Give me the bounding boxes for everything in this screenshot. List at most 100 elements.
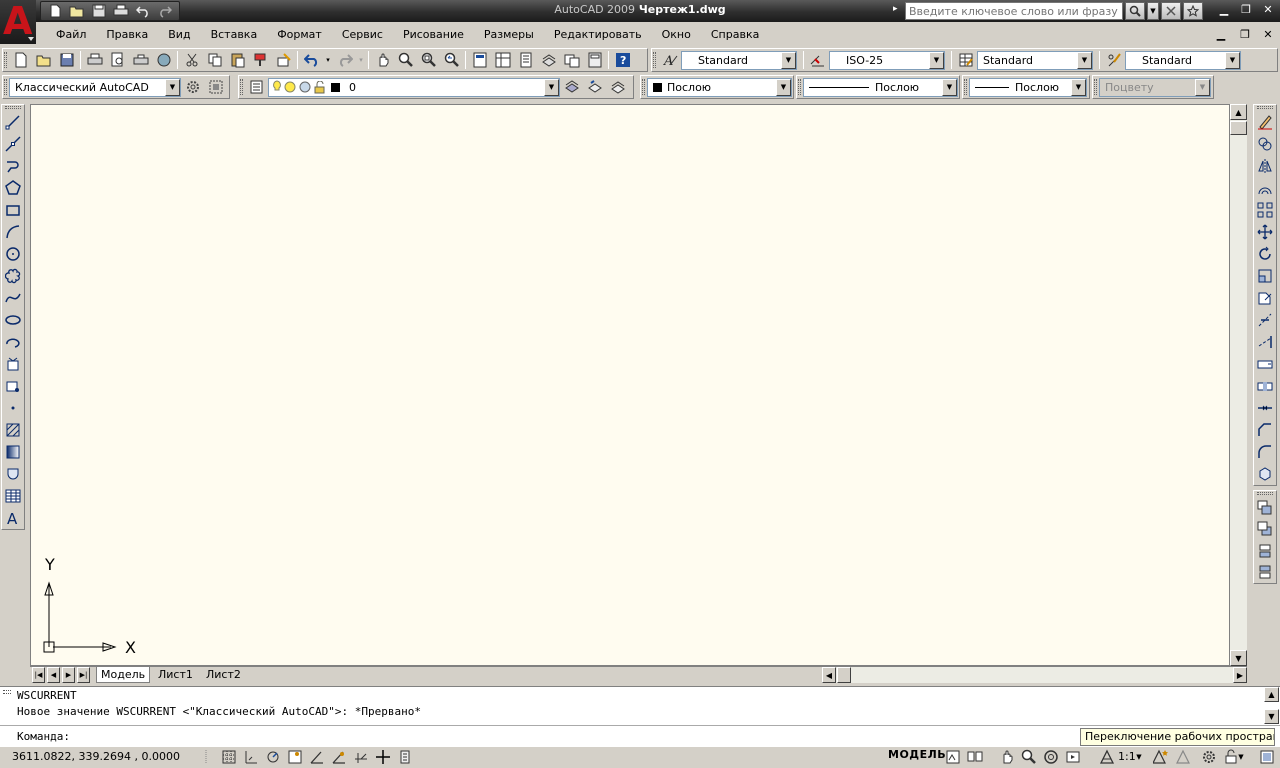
erase-icon[interactable] xyxy=(1254,111,1276,133)
polyline-icon[interactable] xyxy=(2,155,24,177)
menu-format[interactable]: Формат xyxy=(267,28,332,41)
zoom-window-icon[interactable] xyxy=(417,49,440,71)
text-style-select[interactable]: Standard ▼ xyxy=(681,50,797,70)
polar-tracking-icon[interactable] xyxy=(284,747,305,766)
linetype-select[interactable]: Послою ▼ xyxy=(803,77,958,97)
save-icon[interactable] xyxy=(89,2,109,20)
sheet-set-manager-icon[interactable] xyxy=(537,49,560,71)
object-snap-icon[interactable] xyxy=(306,747,327,766)
search-expand-icon[interactable]: ▸ xyxy=(893,4,898,14)
drawing-area[interactable]: Y X xyxy=(30,104,1230,666)
properties-icon[interactable] xyxy=(468,49,491,71)
tool-palettes-icon[interactable] xyxy=(514,49,537,71)
model-space-label[interactable]: МОДЕЛЬ xyxy=(888,748,946,761)
workspace-switching-icon[interactable] xyxy=(1198,747,1219,766)
annotation-scale-icon[interactable] xyxy=(1096,747,1118,766)
ellipse-icon[interactable] xyxy=(2,309,24,331)
menu-help[interactable]: Справка xyxy=(701,28,769,41)
copy-icon[interactable] xyxy=(203,49,226,71)
quick-view-drawings-icon[interactable] xyxy=(964,747,985,766)
zoom-previous-icon[interactable] xyxy=(440,49,463,71)
tab-layout1[interactable]: Лист1 xyxy=(154,667,197,683)
application-menu-button[interactable]: A xyxy=(0,0,36,44)
insert-block-icon[interactable] xyxy=(2,353,24,375)
color-select[interactable]: Послою ▼ xyxy=(647,77,792,97)
clean-screen-icon[interactable] xyxy=(1256,747,1277,766)
quick-view-layouts-icon[interactable] xyxy=(942,747,963,766)
zoom-status-icon[interactable] xyxy=(1018,747,1039,766)
offset-icon[interactable] xyxy=(1254,177,1276,199)
pan-realtime-icon[interactable] xyxy=(996,747,1017,766)
rotate-icon[interactable] xyxy=(1254,243,1276,265)
construction-line-icon[interactable] xyxy=(2,133,24,155)
menu-tools[interactable]: Сервис xyxy=(332,28,393,41)
table-style-icon[interactable] xyxy=(954,49,977,71)
design-center-icon[interactable] xyxy=(491,49,514,71)
command-window-grip[interactable] xyxy=(3,690,11,694)
match-properties-icon[interactable] xyxy=(249,49,272,71)
command-scroll-down-icon[interactable]: ▼ xyxy=(1264,709,1279,724)
horizontal-scroll-thumb[interactable] xyxy=(837,667,851,683)
circle-icon[interactable] xyxy=(2,243,24,265)
plot-preview-icon[interactable] xyxy=(106,49,129,71)
dynamic-input-icon[interactable] xyxy=(372,747,393,766)
save-icon[interactable] xyxy=(55,49,78,71)
dynamic-ucs-icon[interactable] xyxy=(350,747,371,766)
horizontal-scrollbar[interactable]: ◀ ▶ xyxy=(822,667,1247,683)
redo-icon[interactable] xyxy=(155,2,175,20)
dim-style-select[interactable]: ISO-25 ▼ xyxy=(829,50,945,70)
layer-properties-icon[interactable] xyxy=(245,76,268,98)
send-under-icon[interactable] xyxy=(1254,562,1276,584)
annotation-visibility-icon[interactable] xyxy=(1150,747,1171,766)
my-workspace-icon[interactable] xyxy=(204,76,227,98)
vertical-scroll-thumb[interactable] xyxy=(1230,121,1247,135)
menu-dimension[interactable]: Размеры xyxy=(474,28,544,41)
hatch-icon[interactable] xyxy=(2,419,24,441)
status-tray-menu-icon[interactable]: ▼ xyxy=(1236,747,1246,766)
print-icon[interactable] xyxy=(111,2,131,20)
close-window-icon[interactable]: ✕ xyxy=(1259,3,1277,19)
bring-above-icon[interactable] xyxy=(1254,540,1276,562)
spline-icon[interactable] xyxy=(2,287,24,309)
vertical-scrollbar[interactable]: ▲ ▼ xyxy=(1230,104,1247,666)
move-icon[interactable] xyxy=(1254,221,1276,243)
make-block-icon[interactable] xyxy=(2,375,24,397)
ellipse-arc-icon[interactable] xyxy=(2,331,24,353)
restore-window-icon[interactable]: ❐ xyxy=(1237,3,1255,19)
text-style-icon[interactable]: A xyxy=(658,49,681,71)
doc-restore-icon[interactable]: ❐ xyxy=(1236,28,1254,42)
undo-dropdown-icon[interactable]: ▾ xyxy=(323,49,333,71)
scroll-up-icon[interactable]: ▲ xyxy=(1230,104,1247,120)
previous-tab-icon[interactable]: ◀ xyxy=(47,667,60,683)
plot-icon[interactable] xyxy=(83,49,106,71)
quickcalc-icon[interactable] xyxy=(583,49,606,71)
region-icon[interactable] xyxy=(2,463,24,485)
command-scroll-up-icon[interactable]: ▲ xyxy=(1264,687,1279,702)
stretch-icon[interactable] xyxy=(1254,287,1276,309)
redo-dropdown-icon[interactable]: ▾ xyxy=(356,49,366,71)
redo-icon[interactable] xyxy=(333,49,356,71)
menu-window[interactable]: Окно xyxy=(652,28,701,41)
menu-modify[interactable]: Редактировать xyxy=(544,28,652,41)
showmotion-icon[interactable] xyxy=(1062,747,1083,766)
block-editor-icon[interactable] xyxy=(272,49,295,71)
auto-add-scales-icon[interactable] xyxy=(1172,747,1193,766)
menu-draw[interactable]: Рисование xyxy=(393,28,474,41)
paste-icon[interactable] xyxy=(226,49,249,71)
last-tab-icon[interactable]: ▶| xyxy=(77,667,90,683)
revision-cloud-icon[interactable] xyxy=(2,265,24,287)
open-file-icon[interactable] xyxy=(67,2,87,20)
lineweight-display-icon[interactable] xyxy=(394,747,415,766)
fillet-icon[interactable] xyxy=(1254,441,1276,463)
ortho-mode-icon[interactable] xyxy=(262,747,283,766)
communication-center-icon[interactable] xyxy=(1161,2,1181,20)
mirror-icon[interactable] xyxy=(1254,155,1276,177)
array-icon[interactable] xyxy=(1254,199,1276,221)
publish-icon[interactable] xyxy=(129,49,152,71)
3d-dwf-icon[interactable] xyxy=(152,49,175,71)
menu-insert[interactable]: Вставка xyxy=(201,28,268,41)
lineweight-select[interactable]: Послою ▼ xyxy=(969,77,1087,97)
line-icon[interactable] xyxy=(2,111,24,133)
tab-model[interactable]: Модель xyxy=(96,667,151,683)
search-input[interactable] xyxy=(905,2,1123,20)
